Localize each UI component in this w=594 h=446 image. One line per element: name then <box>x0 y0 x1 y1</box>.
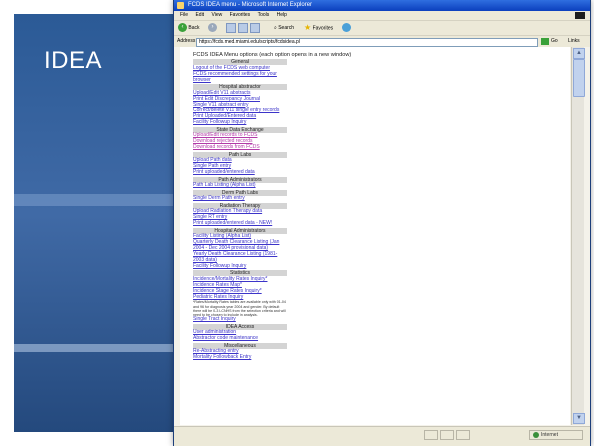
menu-link[interactable]: Mortality Followback Entry <box>193 354 287 361</box>
scrollbar-thumb[interactable] <box>573 59 585 97</box>
menu-view[interactable]: View <box>211 12 222 18</box>
status-cell <box>456 430 470 440</box>
status-cell <box>424 430 438 440</box>
stop-icon <box>226 23 236 33</box>
browser-title: FCDS IDEA menu - Microsoft Internet Expl… <box>188 2 313 8</box>
menu-link[interactable]: browser <box>193 77 287 84</box>
slide: IDEA FCDS IDEA menu - Microsoft Internet… <box>0 0 594 446</box>
favorites-button[interactable]: ★ Favorites <box>304 23 333 33</box>
vertical-scrollbar[interactable]: ▲ ▼ <box>571 47 585 425</box>
browser-window: FCDS IDEA menu - Microsoft Internet Expl… <box>173 0 591 446</box>
media-icon <box>342 23 351 33</box>
menu-link[interactable]: Facility Followup Inquiry <box>193 119 287 126</box>
ie-icon <box>177 2 184 9</box>
menu-favorites[interactable]: Favorites <box>230 12 251 18</box>
idea-menu: FCDS IDEA Menu options (each option open… <box>193 52 352 361</box>
stop-button[interactable] <box>226 23 236 33</box>
favorites-label: Favorites <box>312 25 334 32</box>
menu-link[interactable]: Facility Followup Inquiry <box>193 263 287 270</box>
media-button[interactable] <box>342 23 351 33</box>
page-content: FCDS IDEA Menu options (each option open… <box>180 47 570 425</box>
menu-link[interactable]: Single Derm Path entry <box>193 195 287 202</box>
home-button[interactable] <box>250 23 260 33</box>
browser-titlebar: FCDS IDEA menu - Microsoft Internet Expl… <box>174 0 590 11</box>
menu-link[interactable]: Path Lab Listing (Alpha List) <box>193 182 287 189</box>
favorites-star-icon: ★ <box>304 23 312 32</box>
menu-link[interactable]: Download records from FCDS <box>193 144 287 151</box>
status-bar: Internet <box>174 426 590 446</box>
scroll-down-icon[interactable]: ▼ <box>573 413 585 424</box>
search-label: Search <box>278 25 295 31</box>
links-button[interactable]: Links <box>568 36 580 47</box>
menu-link[interactable]: Abstractor code maintenance <box>193 335 287 342</box>
toolbar: ‹ Back › ⌕ Search ★ Favorites <box>174 20 590 35</box>
menu-edit[interactable]: Edit <box>195 12 204 18</box>
security-zone: Internet <box>529 430 583 440</box>
menu-link[interactable]: Single Tract Inquiry <box>193 316 287 323</box>
statistics-note: *Rates/Mortality Rates tables are availa… <box>193 300 286 318</box>
forward-arrow-icon: › <box>208 23 217 33</box>
slide-title: IDEA <box>44 47 103 74</box>
address-input[interactable]: https://fcds.med.miami.edu/scripts/fcdsi… <box>196 38 538 47</box>
internet-zone-icon <box>533 431 539 438</box>
zone-label: Internet <box>541 432 558 438</box>
back-arrow-icon: ‹ <box>178 23 187 33</box>
address-bar: Address https://fcds.med.miami.edu/scrip… <box>174 35 590 47</box>
refresh-button[interactable] <box>238 23 248 33</box>
home-icon <box>250 23 260 33</box>
menu-link[interactable]: Print uploaded/entered data <box>193 169 287 176</box>
back-label: Back <box>188 25 200 31</box>
menu-link[interactable]: Print uploaded/entered data - NEW! <box>193 220 287 227</box>
menu-file[interactable]: File <box>180 12 188 18</box>
status-cell <box>440 430 454 440</box>
menu-tools[interactable]: Tools <box>258 12 270 18</box>
search-icon: ⌕ <box>274 25 277 31</box>
go-button[interactable]: Go <box>551 36 558 47</box>
menu-help[interactable]: Help <box>277 12 287 18</box>
refresh-icon <box>238 23 248 33</box>
address-label: Address <box>177 38 196 44</box>
menu-intro: FCDS IDEA Menu options (each option open… <box>193 52 352 58</box>
back-button[interactable]: ‹ Back <box>178 23 200 33</box>
menu-bar: File Edit View Favorites Tools Help <box>174 11 590 20</box>
forward-button[interactable]: › <box>208 23 217 33</box>
search-button[interactable]: ⌕ Search <box>274 23 294 33</box>
go-arrow-icon[interactable] <box>541 38 549 45</box>
scroll-up-icon[interactable]: ▲ <box>573 48 585 59</box>
windows-logo-icon <box>575 12 585 19</box>
